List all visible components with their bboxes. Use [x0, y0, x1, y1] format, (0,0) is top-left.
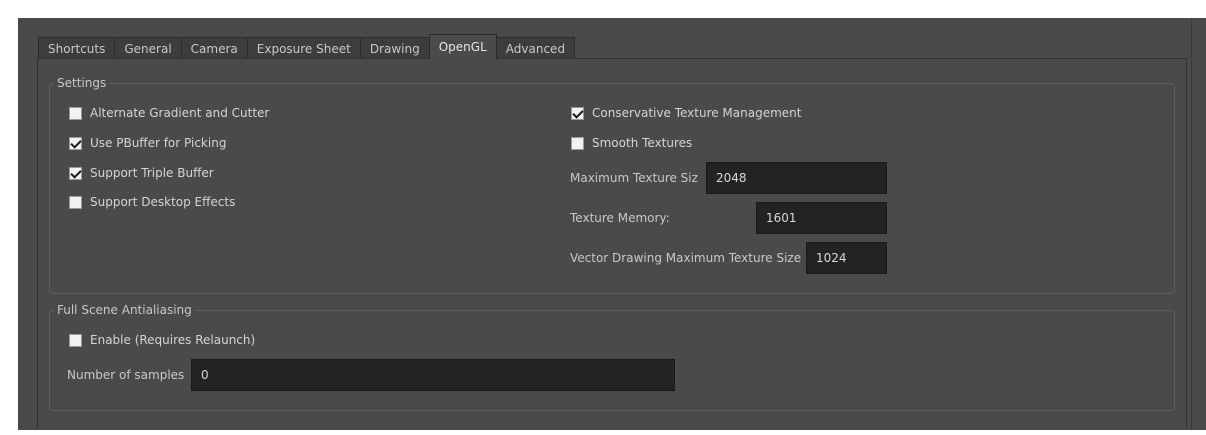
settings-group-title: Settings — [54, 75, 110, 91]
desktop-effects-checkbox-row[interactable]: Support Desktop Effects — [69, 193, 235, 211]
conservative-texture-label: Conservative Texture Management — [592, 106, 802, 120]
conservative-texture-checkbox-row[interactable]: Conservative Texture Management — [571, 104, 801, 122]
panel-right-border — [1191, 18, 1192, 430]
tab-panel-opengl: Settings Alternate Gradient and Cutter U… — [37, 58, 1187, 428]
desktop-effects-label: Support Desktop Effects — [90, 195, 236, 209]
tab-camera[interactable]: Camera — [180, 37, 248, 59]
max-texture-size-label: Maximum Texture Siz — [570, 171, 698, 185]
max-texture-size-field[interactable]: 2048 — [706, 162, 887, 194]
use-pbuffer-checkbox-row[interactable]: Use PBuffer for Picking — [69, 134, 226, 152]
conservative-texture-checkbox[interactable] — [571, 106, 584, 120]
antialiasing-group: Full Scene Antialiasing Enable (Requires… — [49, 302, 1175, 411]
vector-max-texture-field[interactable]: 1024 — [806, 242, 887, 274]
triple-buffer-label: Support Triple Buffer — [90, 166, 214, 180]
smooth-textures-checkbox[interactable] — [571, 136, 584, 150]
vector-max-texture-label: Vector Drawing Maximum Texture Size — [570, 251, 802, 265]
enable-antialiasing-label: Enable (Requires Relaunch) — [90, 333, 256, 347]
tab-opengl[interactable]: OpenGL — [428, 34, 497, 59]
triple-buffer-checkbox[interactable] — [69, 166, 82, 180]
alternate-gradient-checkbox-row[interactable]: Alternate Gradient and Cutter — [69, 104, 269, 122]
tab-advanced[interactable]: Advanced — [495, 37, 576, 59]
antialiasing-group-title: Full Scene Antialiasing — [54, 302, 195, 318]
tab-drawing[interactable]: Drawing — [359, 37, 430, 59]
smooth-textures-label: Smooth Textures — [592, 136, 693, 150]
triple-buffer-checkbox-row[interactable]: Support Triple Buffer — [69, 164, 214, 182]
texture-memory-label: Texture Memory: — [570, 211, 670, 225]
desktop-effects-checkbox[interactable] — [69, 195, 82, 209]
enable-antialiasing-checkbox-row[interactable]: Enable (Requires Relaunch) — [69, 331, 255, 349]
use-pbuffer-label: Use PBuffer for Picking — [90, 136, 227, 150]
enable-antialiasing-checkbox[interactable] — [69, 333, 82, 347]
use-pbuffer-checkbox[interactable] — [69, 136, 82, 150]
number-of-samples-label: Number of samples — [67, 368, 185, 382]
tab-exposure-sheet[interactable]: Exposure Sheet — [246, 37, 361, 59]
settings-group: Settings Alternate Gradient and Cutter U… — [49, 75, 1175, 294]
tab-bar: Shortcuts General Camera Exposure Sheet … — [38, 34, 576, 59]
tab-shortcuts[interactable]: Shortcuts — [38, 37, 116, 59]
alternate-gradient-label: Alternate Gradient and Cutter — [90, 106, 270, 120]
preferences-window: Shortcuts General Camera Exposure Sheet … — [18, 18, 1206, 430]
alternate-gradient-checkbox[interactable] — [69, 106, 82, 120]
texture-memory-field[interactable]: 1601 — [756, 202, 887, 234]
tab-general[interactable]: General — [114, 37, 182, 59]
smooth-textures-checkbox-row[interactable]: Smooth Textures — [571, 134, 692, 152]
number-of-samples-field[interactable]: 0 — [191, 359, 675, 391]
